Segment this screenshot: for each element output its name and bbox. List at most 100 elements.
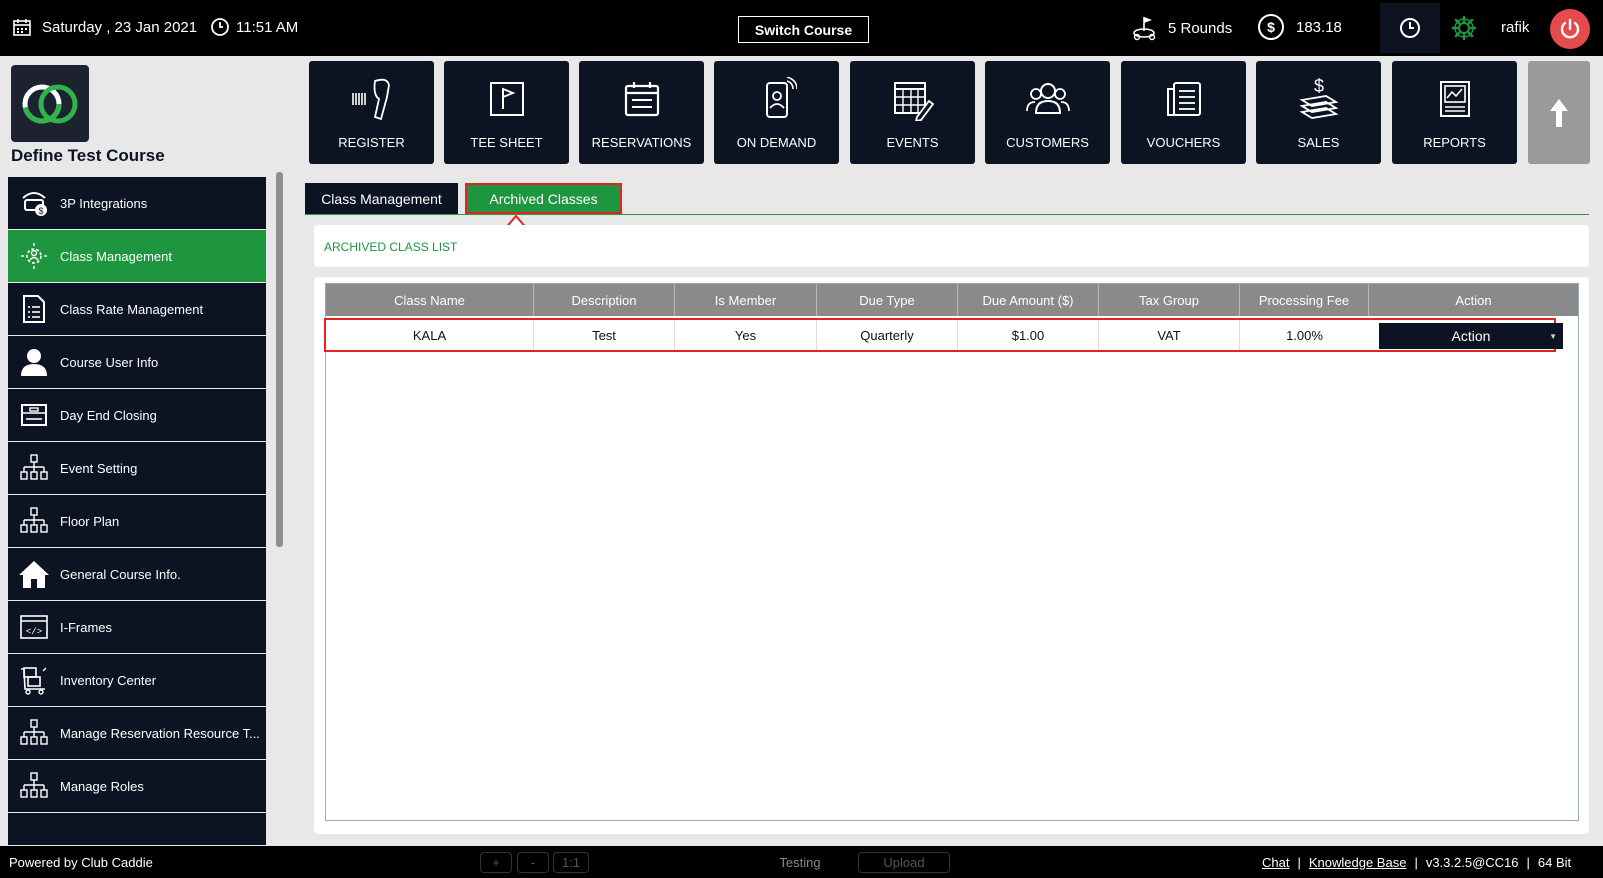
- nav-label: REPORTS: [1423, 135, 1486, 150]
- nav-events[interactable]: EVENTS: [850, 61, 975, 164]
- column-header[interactable]: Due Type: [817, 284, 958, 316]
- time-clock-button[interactable]: [1380, 3, 1440, 53]
- nav-vouchers[interactable]: VOUCHERS: [1121, 61, 1246, 164]
- sidebar-item-label: Class Rate Management: [60, 301, 204, 317]
- rate-list-icon: [23, 295, 45, 323]
- column-header[interactable]: Description: [534, 284, 675, 316]
- action-dropdown-button[interactable]: Action ▼: [1379, 323, 1563, 349]
- power-button[interactable]: [1550, 9, 1590, 49]
- sidebar-item-manage-roles[interactable]: Manage Roles: [8, 760, 266, 812]
- nav-register[interactable]: REGISTER: [309, 61, 434, 164]
- sidebar-item-label: Floor Plan: [60, 513, 120, 529]
- bottom-bar: Powered by Club Caddie + - 1:1 Testing U…: [0, 846, 1603, 878]
- golf-cart-icon: [1133, 17, 1156, 41]
- sidebar-item-inventory-center[interactable]: Inventory Center: [8, 654, 266, 706]
- powered-by-text: Powered by Club Caddie: [9, 855, 153, 870]
- column-header[interactable]: Action: [1369, 284, 1578, 316]
- report-chart-icon: [1439, 81, 1470, 117]
- sidebar-item-label: Event Setting: [60, 460, 138, 476]
- svg-text:$: $: [1313, 76, 1323, 96]
- sidebar-item-general-course-info[interactable]: General Course Info.: [8, 548, 266, 600]
- svg-text:</>: </>: [26, 627, 42, 637]
- grid-header: Class Name Description Is Member Due Typ…: [326, 284, 1578, 316]
- archived-class-list-header: ARCHIVED CLASS LIST: [314, 225, 1589, 267]
- switch-course-button[interactable]: Switch Course: [738, 16, 869, 43]
- nav-customers[interactable]: CUSTOMERS: [985, 61, 1110, 164]
- clock-icon: [1400, 18, 1420, 38]
- column-header[interactable]: Processing Fee: [1240, 284, 1369, 316]
- sidebar-item-class-management[interactable]: Class Management: [8, 230, 266, 282]
- tab-class-management[interactable]: Class Management: [305, 183, 458, 214]
- date-display: Saturday , 23 Jan 2021: [12, 17, 197, 37]
- sidebar-item-label: Inventory Center: [60, 672, 157, 688]
- sidebar-item-3p-integrations[interactable]: $ 3P Integrations: [8, 177, 266, 229]
- nav-scroll-up-button[interactable]: [1528, 61, 1590, 164]
- dollar-icon: $: [1258, 14, 1284, 40]
- chevron-down-icon: ▼: [1549, 332, 1557, 341]
- cell-processing-fee: 1.00%: [1286, 327, 1323, 343]
- flag-icon: [489, 82, 524, 116]
- sidebar-item-label: Class Management: [60, 248, 172, 264]
- sidebar-item-label: 3P Integrations: [60, 195, 148, 211]
- nav-reports[interactable]: REPORTS: [1392, 61, 1517, 164]
- column-header[interactable]: Is Member: [675, 284, 817, 316]
- zoom-reset-ghost-button: 1:1: [553, 852, 589, 873]
- gear-icon: [1451, 15, 1477, 41]
- sidebar-item-day-end-closing[interactable]: Day End Closing: [8, 389, 266, 441]
- column-header[interactable]: Due Amount ($): [958, 284, 1099, 316]
- tab-archived-classes[interactable]: Archived Classes: [465, 183, 622, 214]
- sidebar-item-course-user-info[interactable]: Course User Info: [8, 336, 266, 388]
- nav-tee-sheet[interactable]: TEE SHEET: [444, 61, 569, 164]
- sidebar-item-class-rate-management[interactable]: Class Rate Management: [8, 283, 266, 335]
- calendar-edit-icon: [893, 82, 934, 121]
- nav-label: REGISTER: [338, 135, 405, 150]
- nav-on-demand[interactable]: ON DEMAND: [714, 61, 839, 164]
- sidebar-item-label: I-Frames: [60, 619, 112, 635]
- arrow-up-icon: [1550, 98, 1568, 127]
- cash-drawer-icon: [21, 404, 47, 426]
- money-stack-icon: $: [1298, 76, 1339, 119]
- calendar-icon: [13, 19, 31, 36]
- settings-gear-button[interactable]: [1450, 14, 1478, 47]
- sidebar-item-label: Day End Closing: [60, 407, 157, 423]
- home-icon: [19, 561, 49, 588]
- time-display: 11:51 AM: [210, 17, 298, 37]
- archived-class-grid: Class Name Description Is Member Due Typ…: [324, 283, 1579, 821]
- username[interactable]: rafik: [1501, 19, 1529, 36]
- column-header[interactable]: Class Name: [326, 284, 534, 316]
- nav-label: TEE SHEET: [470, 135, 543, 150]
- sidebar-item-manage-reservation-resource[interactable]: Manage Reservation Resource T...: [8, 707, 266, 759]
- table-row[interactable]: KALA Test Yes Quarterly $1.00 VAT 1.00% …: [324, 318, 1563, 352]
- club-caddie-logo: [11, 65, 89, 142]
- hierarchy-icon: [20, 507, 48, 533]
- sidebar-item-partial[interactable]: [8, 813, 266, 845]
- upload-ghost-button: Upload: [858, 852, 950, 873]
- separator: |: [1414, 855, 1418, 870]
- cell-due-type: Quarterly: [817, 320, 958, 350]
- sidebar-item-floor-plan[interactable]: Floor Plan: [8, 495, 266, 547]
- nav-label: ON DEMAND: [736, 135, 817, 150]
- sidebar-item-label: Manage Roles: [60, 778, 144, 794]
- settings-sidebar: $ 3P Integrations Class Management Class…: [8, 177, 266, 845]
- tab-underline: [305, 214, 1589, 215]
- voucher-icon: [1166, 82, 1201, 116]
- testing-ghost-label: Testing: [779, 855, 821, 870]
- nav-sales[interactable]: $ SALES: [1256, 61, 1381, 164]
- nav-reservations[interactable]: RESERVATIONS: [579, 61, 704, 164]
- rounds-counter[interactable]: 5 Rounds: [1132, 15, 1232, 41]
- sidebar-scrollbar[interactable]: [276, 172, 283, 547]
- chat-link[interactable]: Chat: [1262, 855, 1289, 870]
- bitness-text: 64 Bit: [1537, 855, 1572, 870]
- sidebar-item-event-setting[interactable]: Event Setting: [8, 442, 266, 494]
- barcode-scanner-icon: [351, 78, 390, 121]
- knowledge-base-link[interactable]: Knowledge Base: [1309, 855, 1407, 870]
- balance-display[interactable]: $ 183.18: [1258, 14, 1342, 40]
- sidebar-item-label: Course User Info: [60, 354, 159, 370]
- column-header[interactable]: Tax Group: [1099, 284, 1240, 316]
- integration-icon: $: [22, 192, 47, 216]
- cell-tax-group: VAT: [1099, 320, 1240, 350]
- nav-label: RESERVATIONS: [591, 135, 692, 150]
- sidebar-item-i-frames[interactable]: </> I-Frames: [8, 601, 266, 653]
- calendar-list-icon: [624, 82, 659, 117]
- zoom-in-ghost-button: +: [480, 852, 512, 873]
